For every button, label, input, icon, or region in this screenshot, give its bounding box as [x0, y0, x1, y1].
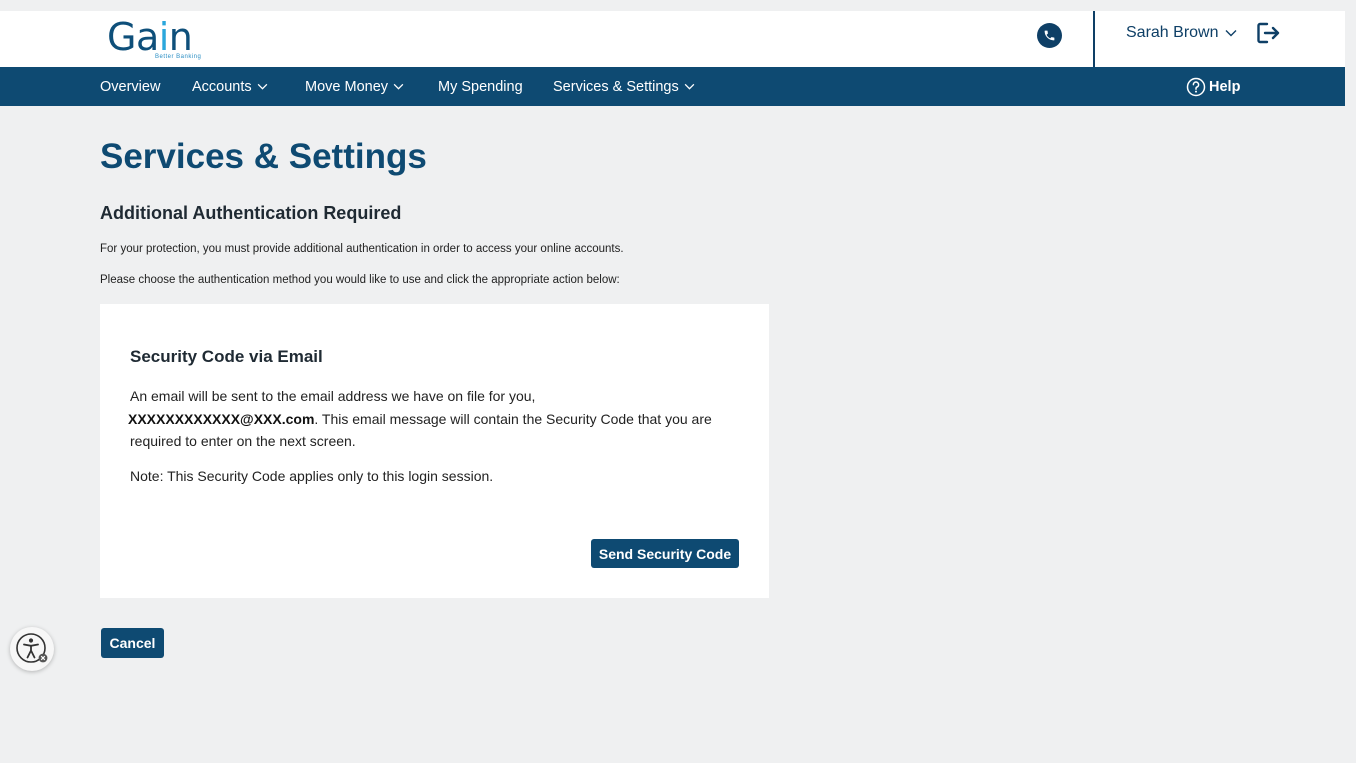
logo-tagline: Better Banking: [155, 54, 202, 60]
phone-button[interactable]: [1037, 23, 1062, 48]
card-title: Security Code via Email: [130, 347, 323, 366]
user-name: Sarah Brown: [1126, 24, 1219, 41]
card-note: Note: This Security Code applies only to…: [130, 468, 494, 484]
send-security-code-button[interactable]: Send Security Code: [591, 539, 739, 568]
nav-my-spending[interactable]: My Spending: [438, 67, 523, 106]
cancel-button[interactable]: Cancel: [101, 628, 164, 658]
main-nav: Overview Accounts Move Money My Spending…: [0, 67, 1345, 106]
chevron-down-icon: [257, 83, 267, 90]
nav-label: My Spending: [438, 78, 523, 95]
instruction-text: Please choose the authentication method …: [100, 274, 620, 286]
nav-overview[interactable]: Overview: [100, 67, 160, 106]
user-menu[interactable]: Sarah Brown: [1126, 23, 1237, 43]
header-divider: [1093, 11, 1095, 67]
nav-label: Accounts: [192, 78, 252, 95]
top-header: Gain Better Banking Sarah Brown: [0, 11, 1345, 67]
card-description: An email will be sent to the email addre…: [128, 385, 750, 453]
help-icon: [1186, 77, 1206, 96]
logout-icon: [1257, 22, 1280, 44]
chevron-down-icon: [1225, 30, 1236, 37]
nav-services-settings[interactable]: Services & Settings: [553, 67, 695, 106]
help-label: Help: [1209, 78, 1241, 95]
accessibility-icon: [16, 633, 48, 663]
nav-label: Move Money: [305, 78, 389, 95]
phone-icon: [1044, 30, 1055, 41]
help-link[interactable]: Help: [1186, 67, 1240, 106]
card-body-text: An email will be sent to the email addre…: [130, 388, 536, 404]
gain-logo[interactable]: Gain Better Banking: [107, 11, 201, 67]
logo-text: Ga: [107, 15, 159, 59]
nav-label: Services & Settings: [553, 78, 679, 95]
chevron-down-icon: [393, 83, 404, 90]
masked-email: XXXXXXXXXXXX@XXX.com: [128, 410, 315, 427]
logo-text-n: n: [168, 15, 193, 59]
accessibility-button[interactable]: [10, 627, 54, 671]
nav-label: Overview: [100, 78, 161, 95]
protection-text: For your protection, you must provide ad…: [100, 243, 624, 255]
nav-accounts[interactable]: Accounts: [192, 67, 268, 106]
chevron-down-icon: [684, 83, 695, 90]
section-title: Additional Authentication Required: [100, 203, 402, 223]
nav-move-money[interactable]: Move Money: [305, 67, 404, 106]
logout-button[interactable]: [1257, 22, 1281, 44]
page-title: Services & Settings: [100, 137, 427, 176]
logo-text-i: i: [158, 15, 170, 59]
auth-method-card: Security Code via Email An email will be…: [100, 304, 769, 598]
